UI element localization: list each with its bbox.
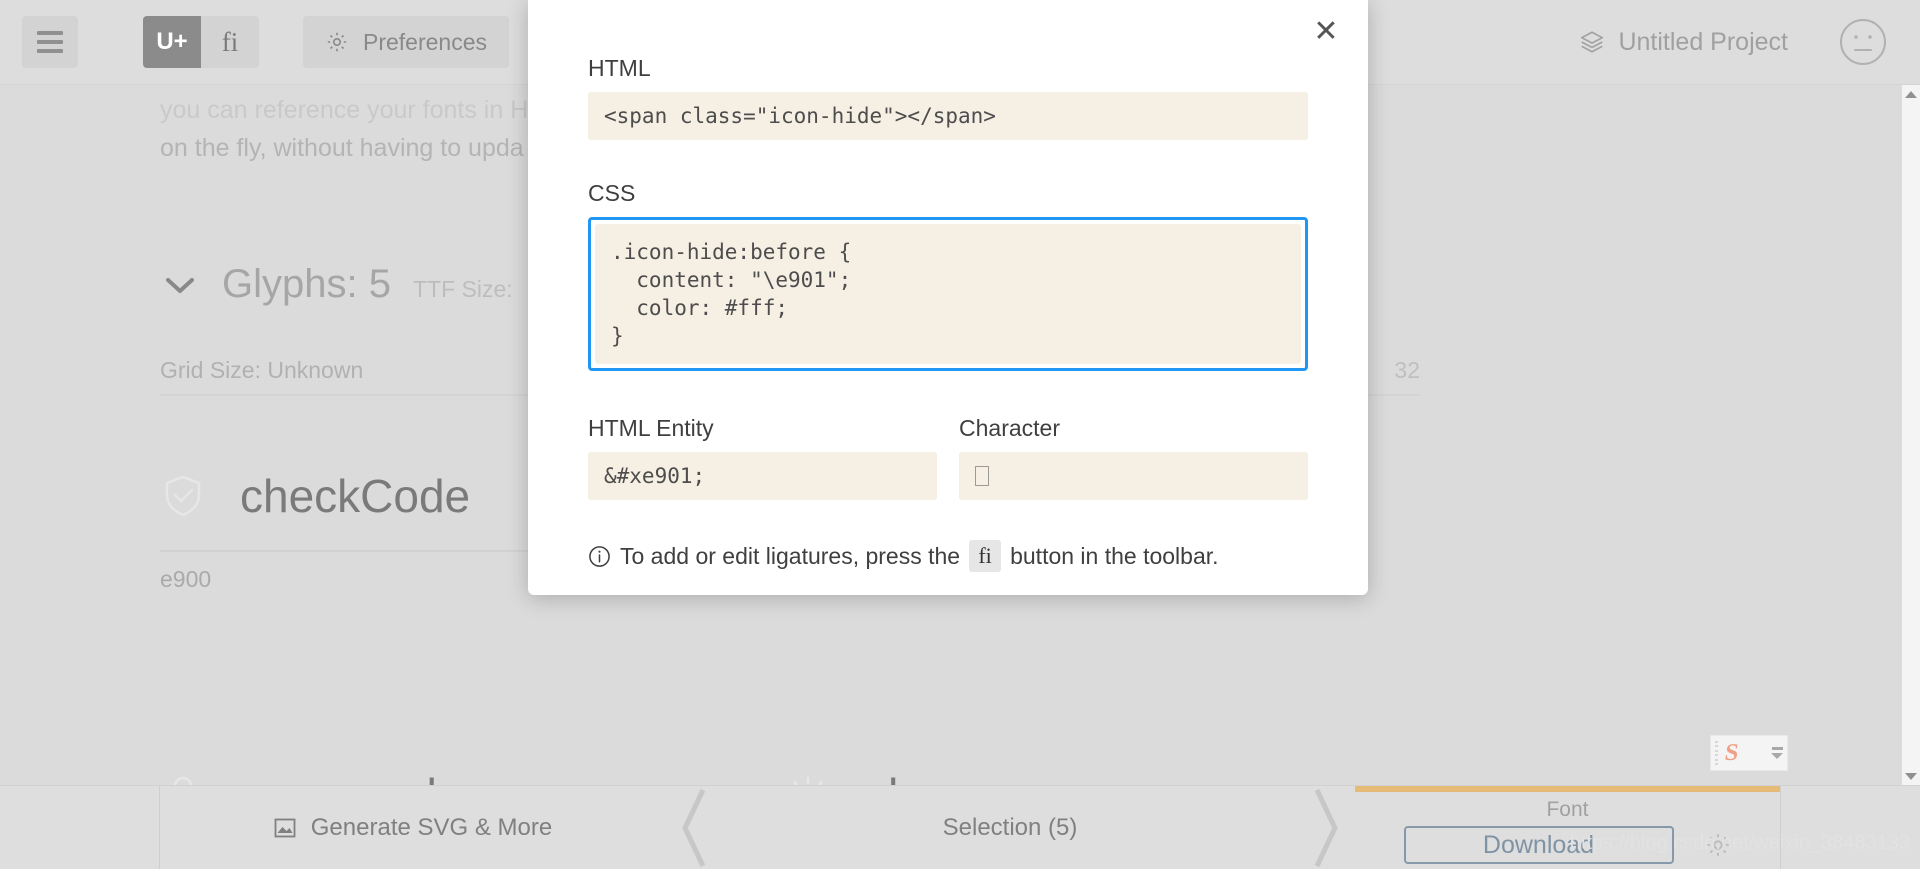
css-field-focus-ring: .icon-hide:before { content: "\e901"; co… (588, 217, 1308, 371)
html-entity-group: HTML Entity &#xe901; (588, 415, 937, 500)
html-entity-label: HTML Entity (588, 415, 714, 441)
field-spacer (588, 140, 1308, 180)
css-snippet-field[interactable]: .icon-hide:before { content: "\e901"; co… (595, 224, 1301, 364)
info-icon (588, 545, 611, 568)
glyph-properties-modal: ✕ HTML <span class="icon-hide"></span> C… (528, 0, 1368, 595)
ligature-note-prefix: To add or edit ligatures, press the (620, 542, 961, 569)
app-window: U+ fi Preferences Untitled Project you c… (0, 0, 1920, 869)
character-field[interactable] (959, 452, 1308, 500)
ligature-key-hint: fi (969, 540, 1002, 572)
html-entity-field[interactable]: &#xe901; (588, 452, 937, 500)
entity-character-row: HTML Entity &#xe901; Character (588, 415, 1308, 500)
css-field-label: CSS (588, 180, 636, 206)
ligature-note-suffix: button in the toolbar. (1010, 542, 1219, 569)
html-field-label: HTML (588, 55, 651, 81)
character-label: Character (959, 415, 1060, 441)
modal-body: HTML <span class="icon-hide"></span> CSS… (528, 0, 1368, 572)
html-snippet-field[interactable]: <span class="icon-hide"></span> (588, 92, 1308, 140)
close-icon[interactable]: ✕ (1308, 14, 1344, 50)
character-group: Character (959, 415, 1308, 500)
ligature-note: To add or edit ligatures, press the fi b… (588, 540, 1308, 572)
missing-glyph-box (975, 466, 989, 486)
